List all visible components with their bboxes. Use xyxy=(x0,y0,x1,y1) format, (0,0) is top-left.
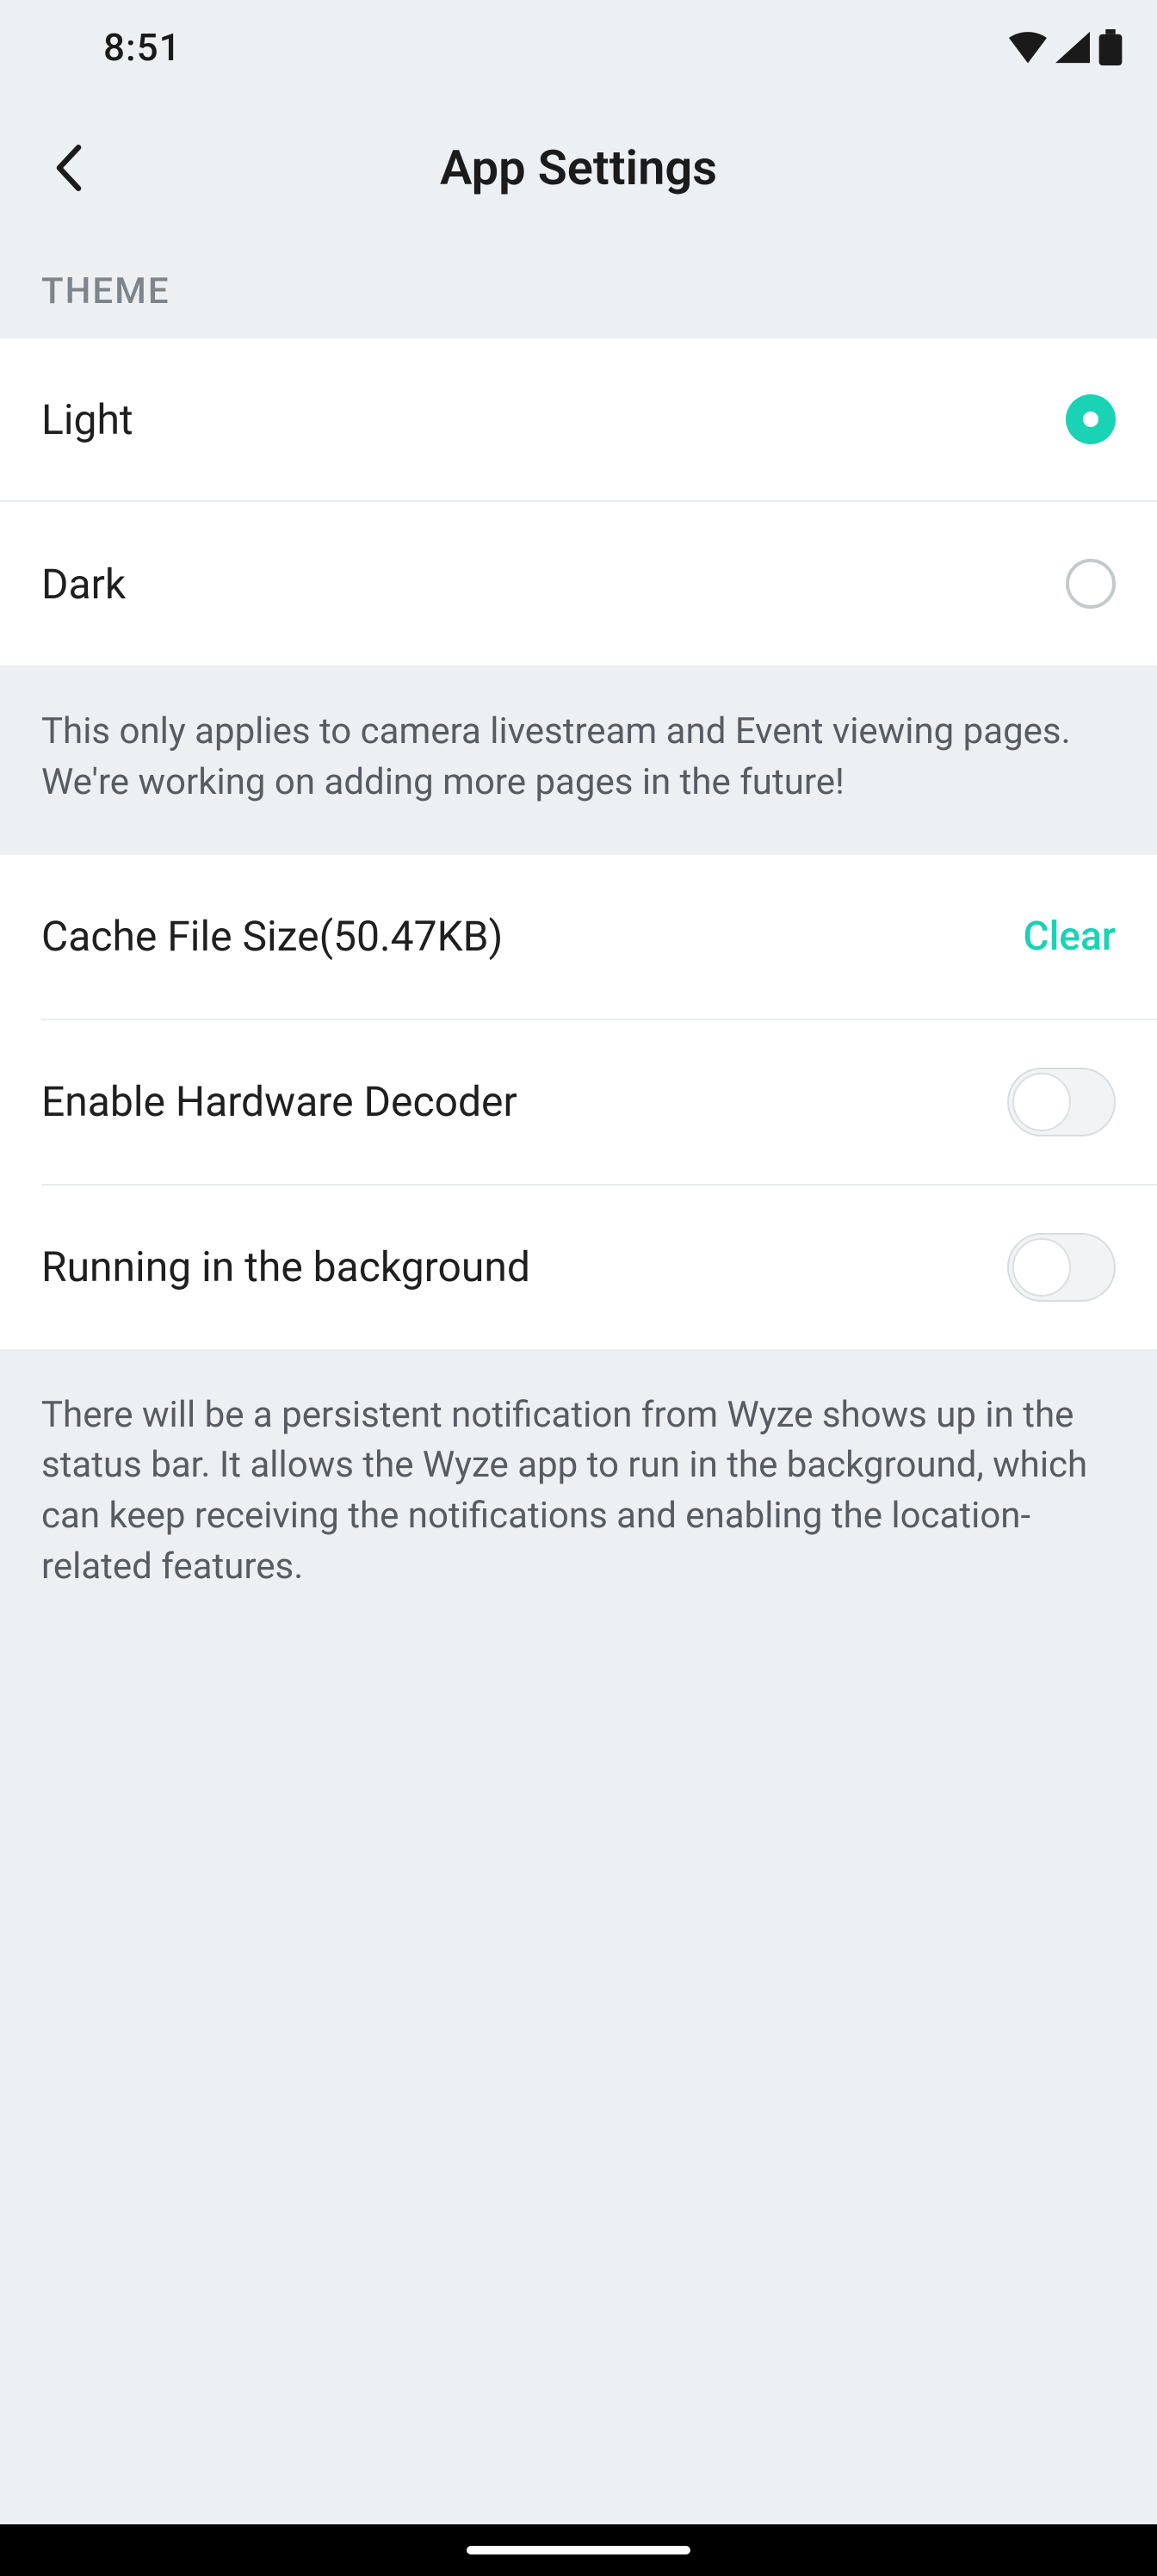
hardware-decoder-label: Enable Hardware Decoder xyxy=(41,1077,517,1126)
theme-note: This only applies to camera livestream a… xyxy=(0,666,1157,855)
wifi-icon xyxy=(1009,31,1047,64)
cache-label: Cache File Size(50.47KB) xyxy=(41,912,503,961)
background-toggle[interactable] xyxy=(1007,1233,1116,1302)
chevron-left-icon xyxy=(54,145,84,191)
page-header: App Settings xyxy=(0,95,1157,241)
clear-cache-button[interactable]: Clear xyxy=(1024,913,1116,960)
theme-option-light[interactable]: Light xyxy=(0,338,1157,502)
radio-unselected-icon xyxy=(1066,559,1116,609)
page-title: App Settings xyxy=(0,139,1157,196)
toggle-thumb xyxy=(1012,1238,1071,1297)
theme-option-label: Dark xyxy=(41,560,126,609)
battery-icon xyxy=(1098,29,1123,65)
empty-area xyxy=(0,1639,1157,2524)
section-header-theme: THEME xyxy=(0,241,1157,338)
background-row: Running in the background xyxy=(0,1186,1157,1349)
back-button[interactable] xyxy=(43,142,95,194)
cell-signal-icon xyxy=(1055,31,1090,64)
cache-row: Cache File Size(50.47KB) Clear xyxy=(0,855,1157,1019)
settings-group: Cache File Size(50.47KB) Clear Enable Ha… xyxy=(0,855,1157,1349)
hardware-decoder-toggle[interactable] xyxy=(1007,1068,1116,1136)
status-bar: 8:51 xyxy=(0,0,1157,95)
home-gesture-pill[interactable] xyxy=(467,2546,690,2554)
system-nav-bar xyxy=(0,2524,1157,2576)
status-time: 8:51 xyxy=(103,25,182,70)
hardware-decoder-row: Enable Hardware Decoder xyxy=(0,1020,1157,1184)
toggle-thumb xyxy=(1012,1073,1071,1131)
background-label: Running in the background xyxy=(41,1242,530,1291)
theme-option-label: Light xyxy=(41,395,133,444)
background-note: There will be a persistent notification … xyxy=(0,1349,1157,1639)
status-icons xyxy=(1009,29,1123,65)
radio-selected-icon xyxy=(1066,394,1116,444)
theme-option-dark[interactable]: Dark xyxy=(0,502,1157,666)
